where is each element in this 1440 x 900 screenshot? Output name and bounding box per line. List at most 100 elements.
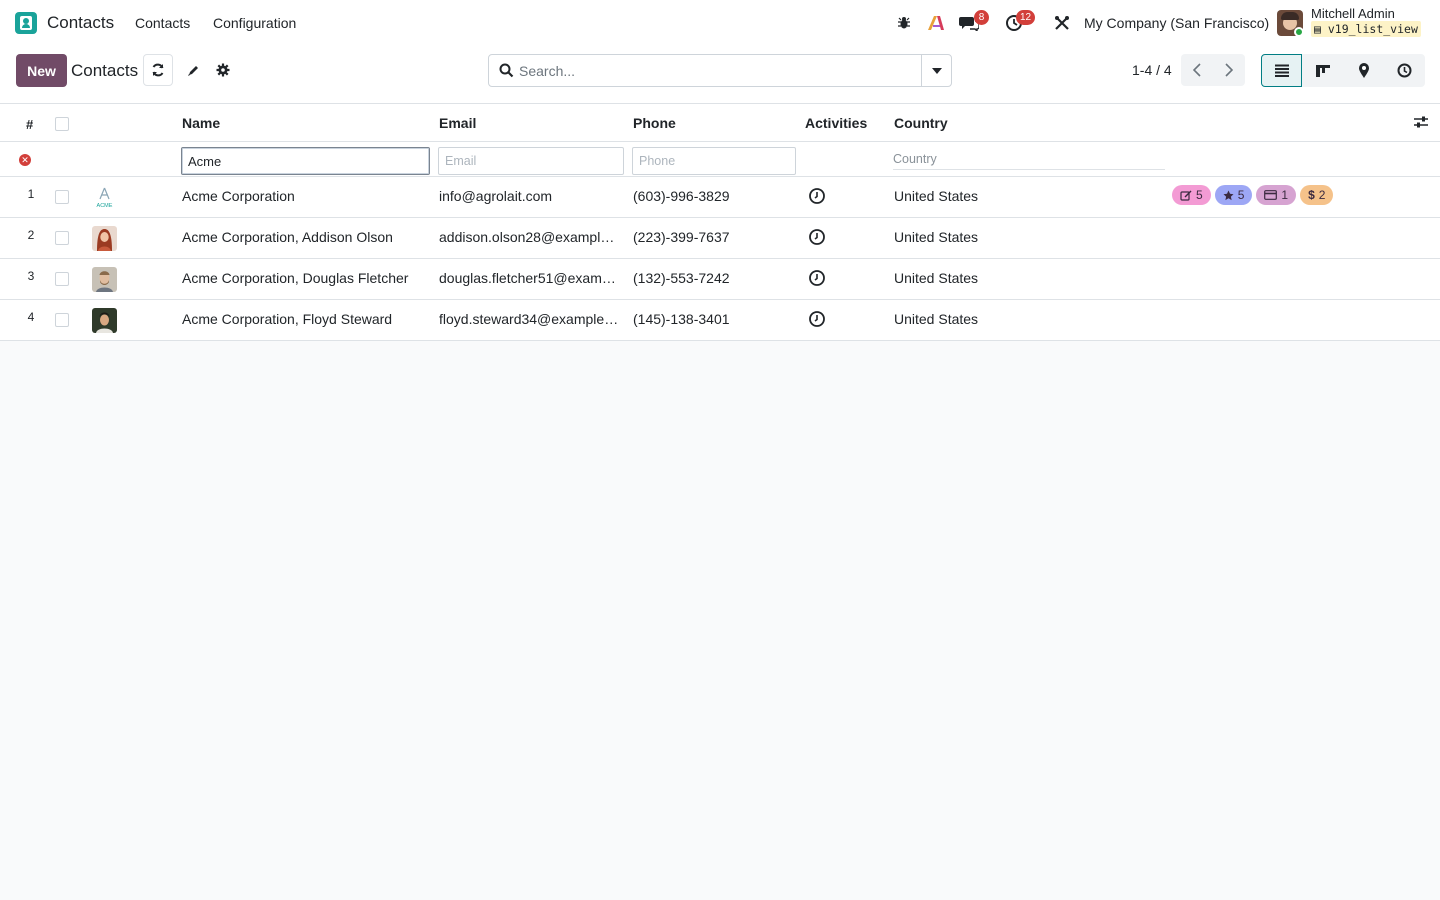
app-name[interactable]: Contacts	[47, 13, 114, 33]
database-name: ▤ v19_list_view	[1311, 21, 1421, 37]
column-email[interactable]: Email	[439, 115, 476, 131]
contacts-app-icon[interactable]	[15, 12, 37, 34]
contact-stat-buttons: 5 5 1 $ 2	[1172, 185, 1334, 205]
kanban-view-button[interactable]	[1302, 54, 1343, 87]
ai-icon[interactable]	[925, 12, 947, 34]
contact-name: Acme Corporation, Floyd Steward	[182, 311, 393, 327]
contact-phone: (145)-138-3401	[633, 311, 730, 327]
contact-name: Acme Corporation, Douglas Fletcher	[182, 270, 409, 286]
row-number: 4	[27, 310, 35, 324]
activity-clock-icon[interactable]	[808, 310, 826, 328]
contact-phone: (223)-399-7637	[633, 229, 730, 245]
reload-icon	[152, 63, 164, 77]
contact-email: info@agrolait.com	[439, 188, 553, 204]
contact-avatar	[92, 308, 117, 333]
stat-value: 2	[1318, 188, 1326, 202]
dollar-icon: $	[1308, 188, 1315, 202]
sliders-icon	[1414, 116, 1428, 128]
stat-tag-dollar[interactable]: $ 2	[1300, 185, 1334, 205]
edit-view-button[interactable]	[178, 54, 208, 86]
contact-email: douglas.fletcher51@example.com	[439, 270, 619, 286]
row-checkbox[interactable]	[55, 272, 69, 286]
email-filter-input[interactable]	[438, 147, 624, 175]
column-activities[interactable]: Activities	[805, 115, 867, 131]
pager-value[interactable]: 1-4 / 4	[1132, 62, 1172, 78]
chevron-left-icon	[1193, 63, 1201, 77]
chat-count-badge: 8	[974, 10, 989, 25]
select-all-checkbox[interactable]	[55, 117, 69, 131]
row-checkbox[interactable]	[55, 190, 69, 204]
contact-avatar	[92, 226, 117, 251]
menu-configuration[interactable]: Configuration	[213, 15, 296, 31]
contact-email: floyd.steward34@example.com	[439, 311, 619, 327]
column-number: #	[26, 117, 34, 132]
stat-tag-star[interactable]: 5	[1214, 185, 1253, 205]
contact-name: Acme Corporation	[182, 188, 295, 204]
phone-filter-input[interactable]	[632, 147, 796, 175]
list-view-button[interactable]	[1261, 54, 1302, 87]
activity-view-button[interactable]	[1384, 54, 1425, 87]
country-filter-input[interactable]	[893, 148, 1165, 170]
contact-country: United States	[894, 229, 979, 245]
search-options-toggle[interactable]	[921, 55, 951, 86]
activity-clock-icon[interactable]	[808, 187, 826, 205]
clear-filters-icon[interactable]: ✕	[19, 154, 31, 166]
column-name[interactable]: Name	[182, 115, 220, 131]
name-filter-input[interactable]	[181, 147, 430, 175]
star-icon	[1223, 190, 1234, 200]
row-checkbox[interactable]	[55, 313, 69, 327]
pager-next-button[interactable]	[1213, 54, 1245, 86]
contacts-list: # Name Email Phone Activities Country ✕ …	[0, 104, 1440, 341]
row-checkbox[interactable]	[55, 231, 69, 245]
user-name[interactable]: Mitchell Admin	[1311, 6, 1395, 21]
activity-clock-icon[interactable]	[808, 228, 826, 246]
list-header-row: # Name Email Phone Activities Country	[0, 104, 1440, 142]
database-label: v19_list_view	[1327, 22, 1418, 36]
chevron-right-icon	[1225, 63, 1233, 77]
table-row[interactable]: 2 Acme Corporation, Addison Olson addiso…	[0, 218, 1440, 259]
stat-tag-card[interactable]: 1	[1256, 185, 1297, 205]
column-country[interactable]: Country	[894, 115, 948, 131]
map-view-button[interactable]	[1343, 54, 1384, 87]
table-row[interactable]: 4 Acme Corporation, Floyd Steward floyd.…	[0, 300, 1440, 341]
map-marker-icon	[1358, 62, 1369, 78]
stat-value: 1	[1281, 188, 1289, 202]
contact-name: Acme Corporation, Addison Olson	[182, 229, 393, 245]
row-number: 1	[27, 187, 35, 201]
search-icon	[499, 63, 514, 78]
database-icon: ▤	[1314, 22, 1328, 36]
row-number: 3	[27, 269, 35, 283]
settings-gear-button[interactable]	[208, 54, 238, 86]
caret-down-icon	[931, 67, 942, 74]
stat-tag-edit[interactable]: 5	[1172, 185, 1211, 205]
pager-previous-button[interactable]	[1181, 54, 1213, 86]
table-row[interactable]: 3 Acme Corporation, Douglas Fletcher dou…	[0, 259, 1440, 300]
column-phone[interactable]: Phone	[633, 115, 676, 131]
contact-avatar	[92, 267, 117, 292]
contact-phone: (603)-996-3829	[633, 188, 730, 204]
kanban-icon	[1315, 64, 1330, 77]
contact-country: United States	[894, 270, 979, 286]
tools-icon[interactable]	[1051, 12, 1073, 34]
top-navbar: Contacts Contacts Configuration 8 12 My …	[0, 0, 1440, 46]
contact-country: United States	[894, 311, 979, 327]
page-title: Contacts	[71, 61, 139, 80]
contact-country: United States	[894, 188, 979, 204]
optional-columns-toggle[interactable]	[1413, 115, 1429, 132]
stat-value: 5	[1196, 188, 1203, 202]
contact-email: addison.olson28@example.com	[439, 229, 619, 245]
search-bar[interactable]	[488, 54, 952, 87]
pencil-icon	[187, 65, 198, 76]
list-filter-row: ✕	[0, 142, 1440, 177]
company-switcher[interactable]: My Company (San Francisco)	[1084, 15, 1269, 31]
activity-clock-icon[interactable]	[808, 269, 826, 287]
control-panel: New Contacts 1-4 / 4	[0, 46, 1440, 104]
new-button[interactable]: New	[16, 54, 67, 87]
clock-icon	[1397, 63, 1412, 78]
search-input[interactable]	[519, 55, 919, 86]
reload-button[interactable]	[143, 54, 173, 86]
menu-contacts[interactable]: Contacts	[135, 15, 190, 31]
table-row[interactable]: 1 ACME Acme Corporation info@agrolait.co…	[0, 177, 1440, 218]
bug-icon[interactable]	[893, 12, 915, 34]
online-status-icon	[1294, 27, 1304, 37]
